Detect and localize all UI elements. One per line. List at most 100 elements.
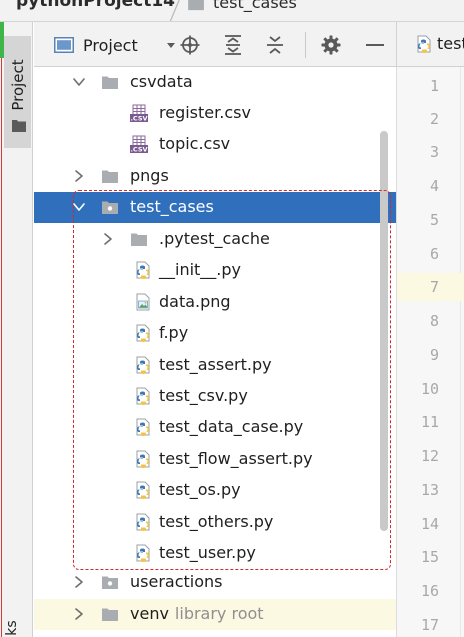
project-tool-window-button[interactable]: Project (4, 36, 31, 148)
line-number: 13 (420, 481, 439, 499)
editor-tab-bar: test (396, 22, 464, 67)
line-number: 17 (420, 616, 439, 634)
tree-row-label: csvdata (130, 72, 193, 91)
line-number: 5 (429, 211, 439, 229)
tree-row-test-user-py[interactable]: test_user.py (34, 538, 396, 569)
hide-icon[interactable] (364, 34, 386, 56)
dropdown-arrow-icon[interactable] (164, 38, 178, 52)
line-number: 11 (420, 413, 439, 431)
python-file-icon (136, 418, 150, 436)
folder-icon (102, 170, 118, 183)
line-number: 12 (420, 447, 439, 465)
tree-row-pytest-cache[interactable]: .pytest_cache (34, 224, 396, 255)
tree-row-test-assert-py[interactable]: test_assert.py (34, 350, 396, 381)
project-tool-window-label: Project (9, 59, 27, 111)
python-file-icon (136, 513, 150, 531)
python-file-icon (136, 387, 150, 405)
tree-row-f-py[interactable]: f.py (34, 318, 396, 349)
breadcrumb-current[interactable]: test_cases (213, 0, 297, 12)
tree-row-label: __init__.py (159, 260, 242, 279)
chevron-right-icon[interactable] (72, 169, 86, 183)
tree-row-test-data-case-py[interactable]: test_data_case.py (34, 412, 396, 443)
breadcrumb-separator-icon (169, 0, 180, 21)
strip-marker (1, 58, 2, 637)
tree-row-register-csv[interactable]: register.csv (34, 98, 396, 129)
tree-scrollbar[interactable] (380, 131, 388, 531)
tree-row-test-os-py[interactable]: test_os.py (34, 475, 396, 506)
breadcrumb: pythonProject14 test_cases (0, 0, 464, 22)
chevron-right-icon[interactable] (101, 232, 115, 246)
tree-row-label: topic.csv (159, 134, 231, 153)
python-file-icon (136, 324, 150, 342)
python-file-icon (417, 35, 431, 53)
python-file-icon (136, 261, 150, 279)
tree-row-label: test_data_case.py (159, 417, 304, 436)
image-file-icon (136, 293, 150, 311)
line-number: 16 (420, 582, 439, 600)
csv-file-icon (130, 135, 148, 153)
chevron-down-icon[interactable] (72, 200, 86, 214)
line-number: 1 (429, 77, 439, 95)
folder-icon (131, 233, 147, 246)
tree-row-label: register.csv (159, 103, 251, 122)
python-file-icon (136, 356, 150, 374)
folder-icon (102, 608, 118, 621)
tree-row-useractions[interactable]: useractions (34, 567, 396, 598)
python-file-icon (136, 450, 150, 468)
tree-row-name: venv (130, 604, 169, 623)
line-number: 15 (420, 548, 439, 566)
chevron-down-icon[interactable] (72, 75, 86, 89)
gear-icon[interactable] (320, 34, 342, 56)
library-root-label: library root (174, 604, 264, 623)
tree-row-venv[interactable]: venv library root (34, 599, 396, 630)
folder-icon (102, 76, 118, 89)
tree-row-init-py[interactable]: __init__.py (34, 255, 396, 286)
tree-row-test-flow-assert-py[interactable]: test_flow_assert.py (34, 444, 396, 475)
line-number: 8 (429, 312, 439, 330)
package-folder-icon (102, 201, 118, 214)
line-number: 14 (420, 515, 439, 533)
tree-row-label: pngs (130, 166, 169, 185)
tree-row-pngs[interactable]: pngs (34, 161, 396, 192)
tree-row-topic-csv[interactable]: topic.csv (34, 129, 396, 160)
line-number-current: 7 (397, 273, 464, 301)
tree-row-test-cases[interactable]: test_cases (34, 192, 396, 223)
tree-row-label: test_flow_assert.py (159, 449, 313, 468)
csv-file-icon (130, 104, 148, 122)
tree-row-label: test_user.py (159, 543, 256, 562)
tree-row-label: test_os.py (159, 480, 241, 499)
tree-row-label: test_assert.py (159, 355, 272, 374)
folder-icon (188, 0, 204, 11)
tree-row-csvdata[interactable]: csvdata (34, 67, 396, 98)
gutter-divider (460, 67, 461, 637)
project-panel-header: Project (34, 22, 396, 67)
tree-row-test-others-py[interactable]: test_others.py (34, 507, 396, 538)
chevron-right-icon[interactable] (72, 575, 86, 589)
breadcrumb-project[interactable]: pythonProject14 (16, 0, 175, 11)
line-number: 4 (429, 177, 439, 195)
expand-all-icon[interactable] (222, 34, 244, 56)
chevron-right-icon[interactable] (72, 607, 86, 621)
tree-row-label: .pytest_cache (159, 229, 270, 248)
panel-title[interactable]: Project (83, 36, 138, 55)
tree-row-label: test_others.py (159, 512, 274, 531)
collapse-all-icon[interactable] (264, 34, 286, 56)
tree-row-label: data.png (159, 292, 231, 311)
locate-icon[interactable] (179, 34, 201, 56)
editor-tab-label[interactable]: test (437, 34, 464, 53)
tree-row-test-csv-py[interactable]: test_csv.py (34, 381, 396, 412)
tree-row-label: test_csv.py (159, 386, 248, 405)
python-file-icon (136, 481, 150, 499)
tree-row-label: venv library root (130, 605, 264, 623)
line-number: 9 (429, 346, 439, 364)
tree-row-label: f.py (159, 323, 189, 342)
tree-row-data-png[interactable]: data.png (34, 287, 396, 318)
package-folder-icon (102, 576, 118, 589)
project-view-icon (54, 37, 74, 53)
line-number: 10 (420, 380, 439, 398)
tool-window-label[interactable]: ks (4, 608, 24, 637)
line-number: 6 (429, 245, 439, 263)
tree-row-label: useractions (130, 572, 223, 591)
line-number: 2 (429, 110, 439, 128)
editor-gutter: 1 2 3 4 5 6 7 8 9 10 11 12 13 14 15 16 1… (396, 67, 464, 637)
